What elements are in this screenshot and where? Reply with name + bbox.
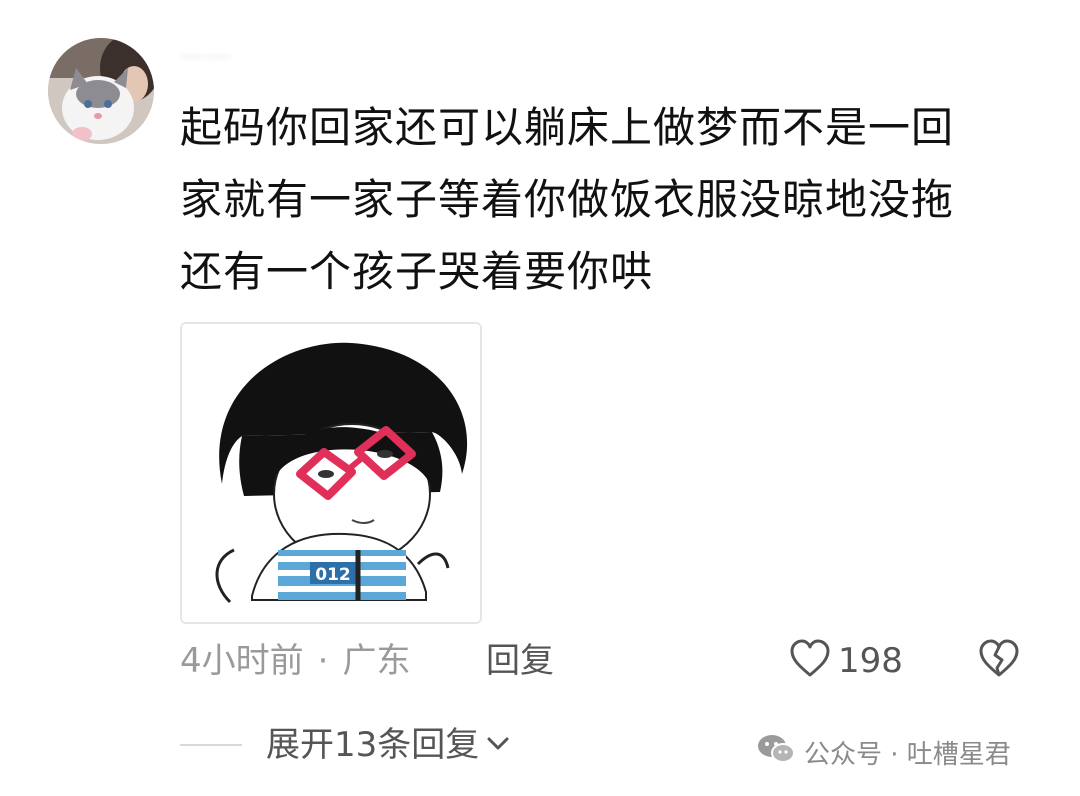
avatar[interactable] <box>48 38 154 144</box>
chevron-down-icon <box>479 720 511 770</box>
comment-meta: 4小时前 · 广东 <box>180 636 410 686</box>
comment-text: 起码你回家还可以躺床上做梦而不是一回 家就有一家子等着你做饭衣服没晾地没拖 还有… <box>180 92 1010 308</box>
dislike-button[interactable] <box>974 636 1024 686</box>
wechat-icon <box>756 732 796 773</box>
expand-replies-label: 展开13条回复 <box>266 725 480 765</box>
broken-heart-icon <box>977 637 1021 685</box>
comment-text-line: 还有一个孩子哭着要你哄 <box>180 247 654 296</box>
comment-text-line: 起码你回家还可以躺床上做梦而不是一回 <box>180 103 955 152</box>
heart-outline-icon <box>788 637 832 685</box>
expand-replies-button[interactable]: 展开13条回复 <box>266 720 511 770</box>
like-button[interactable]: 198 <box>788 636 903 686</box>
sticker-jersey-text: 012 <box>315 565 351 585</box>
comment-text-line: 家就有一家子等着你做饭衣服没晾地没拖 <box>180 175 955 224</box>
watermark-text: 公众号 · 吐槽星君 <box>804 739 1011 770</box>
username[interactable]: 一一 <box>180 42 232 76</box>
reply-button[interactable]: 回复 <box>486 636 554 686</box>
comment-item: 一一 起码你回家还可以躺床上做梦而不是一回 家就有一家子等着你做饭衣服没晾地没拖… <box>0 0 1080 796</box>
divider <box>180 744 242 746</box>
timestamp: 4小时前 <box>180 641 304 681</box>
location: 广东 <box>342 641 411 681</box>
watermark: 公众号 · 吐槽星君 <box>756 730 1011 774</box>
expand-replies-row: 展开13条回复 <box>180 720 511 770</box>
sticker-image[interactable]: 012 <box>180 322 482 624</box>
like-count: 198 <box>838 641 903 681</box>
meta-separator: · <box>317 641 329 681</box>
